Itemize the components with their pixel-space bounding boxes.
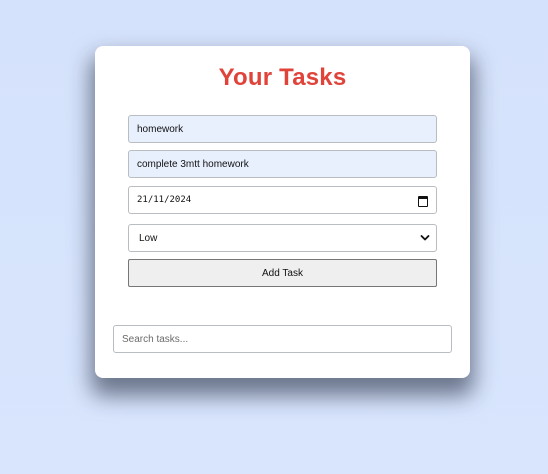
add-task-label: Add Task [262, 267, 303, 279]
task-name-value: homework [137, 123, 184, 135]
search-input[interactable] [113, 325, 452, 353]
task-name-input[interactable]: homework [128, 115, 437, 143]
task-description-input[interactable]: complete 3mtt homework [128, 150, 437, 178]
priority-value: Low [139, 232, 158, 244]
calendar-icon[interactable] [418, 195, 428, 207]
due-date-value: 21/11/2024 [137, 195, 192, 205]
task-card: Your Tasks homework complete 3mtt homewo… [95, 46, 470, 378]
task-description-value: complete 3mtt homework [137, 158, 249, 170]
page-title: Your Tasks [218, 64, 347, 91]
chevron-down-icon [420, 235, 430, 241]
due-date-input[interactable]: 21/11/2024 [128, 186, 437, 214]
add-task-button[interactable]: Add Task [128, 259, 437, 287]
priority-select[interactable]: Low [128, 224, 437, 252]
